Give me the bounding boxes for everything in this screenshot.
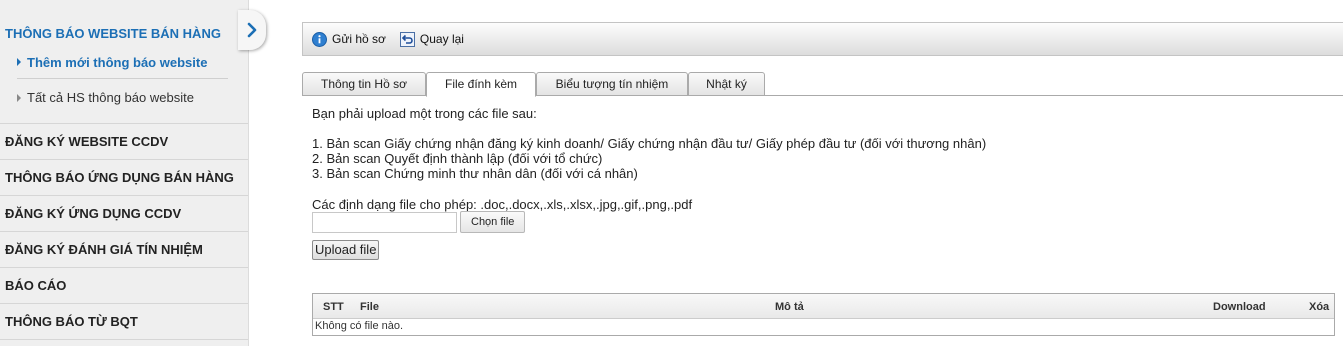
choose-file-button[interactable]: Chọn file xyxy=(460,211,526,233)
column-header-download: Download xyxy=(1213,301,1266,313)
tab-trust-badge[interactable]: Biểu tượng tín nhiệm xyxy=(536,72,688,96)
submit-button[interactable]: Gửi hồ sơ xyxy=(312,31,386,47)
attachment-instructions: Bạn phải upload một trong các file sau: … xyxy=(312,106,986,212)
required-file-item: 1. Bản scan Giấy chứng nhận đăng ký kinh… xyxy=(312,136,987,151)
sidebar: THÔNG BÁO WEBSITE BÁN HÀNG Thêm mới thôn… xyxy=(0,0,249,346)
tab-log[interactable]: Nhật ký xyxy=(688,72,765,96)
sidebar-subitem-label: Tất cả HS thông báo website xyxy=(27,90,194,105)
sidebar-item-register-website[interactable]: ĐĂNG KÝ WEBSITE CCDV xyxy=(0,124,248,160)
sidebar-subitem-all-notices[interactable]: Tất cả HS thông báo website xyxy=(5,90,248,105)
sidebar-item-register-app[interactable]: ĐĂNG KÝ ỨNG DỤNG CCDV xyxy=(0,196,248,232)
caret-right-icon xyxy=(17,58,21,66)
upload-file-button[interactable]: Upload file xyxy=(312,240,380,260)
required-file-item: 2. Bản scan Quyết định thành lập (đối vớ… xyxy=(312,151,603,166)
sidebar-subitem-label: Thêm mới thông báo website xyxy=(27,54,208,70)
required-file-item: 3. Bản scan Chứng minh thư nhân dân (đối… xyxy=(312,166,638,181)
divider xyxy=(17,78,228,79)
sidebar-section-title[interactable]: THÔNG BÁO WEBSITE BÁN HÀNG xyxy=(5,26,248,41)
sidebar-item-notify-app[interactable]: THÔNG BÁO ỨNG DỤNG BÁN HÀNG xyxy=(0,160,248,196)
tab-bar: Thông tin Hồ sơ File đính kèm Biểu tượng… xyxy=(302,72,1343,97)
attachments-table: STT File Mô tả Download Xóa Không có fil… xyxy=(312,293,1335,336)
sidebar-item-reports[interactable]: BÁO CÁO xyxy=(0,268,248,304)
column-header-description: Mô tả xyxy=(775,301,804,313)
sidebar-item-trust-rating[interactable]: ĐĂNG KÝ ĐÁNH GIÁ TÍN NHIỆM xyxy=(0,232,248,268)
back-button[interactable]: Quay lại xyxy=(399,31,464,47)
caret-right-icon xyxy=(17,93,21,102)
toolbar: Gửi hồ sơ Quay lại xyxy=(302,22,1343,56)
file-path-input[interactable] xyxy=(312,211,457,233)
column-header-delete: Xóa xyxy=(1309,301,1330,313)
chevron-right-icon xyxy=(247,22,257,38)
sidebar-toggle-button[interactable] xyxy=(238,10,266,50)
tab-profile-info[interactable]: Thông tin Hồ sơ xyxy=(302,72,426,96)
info-icon xyxy=(312,31,327,47)
sidebar-subitem-new-notice[interactable]: Thêm mới thông báo website xyxy=(5,51,248,73)
submit-button-label: Gửi hồ sơ xyxy=(332,32,386,46)
sidebar-item-admin-notices[interactable]: THÔNG BÁO TỪ BQT xyxy=(0,304,248,340)
table-empty-message: Không có file nào. xyxy=(315,320,404,332)
undo-icon xyxy=(399,31,415,47)
back-button-label: Quay lại xyxy=(419,32,464,46)
column-header-file: File xyxy=(360,301,379,313)
table-header: STT File Mô tả Download Xóa xyxy=(313,294,1334,319)
instructions-intro: Bạn phải upload một trong các file sau: xyxy=(312,106,537,121)
file-picker: Chọn file xyxy=(312,211,526,233)
sidebar-section-active: THÔNG BÁO WEBSITE BÁN HÀNG Thêm mới thôn… xyxy=(0,0,248,124)
tab-attachments[interactable]: File đính kèm xyxy=(426,72,536,97)
allowed-formats-text: Các định dạng file cho phép: .doc,.docx,… xyxy=(312,197,693,212)
column-header-stt: STT xyxy=(323,301,344,313)
